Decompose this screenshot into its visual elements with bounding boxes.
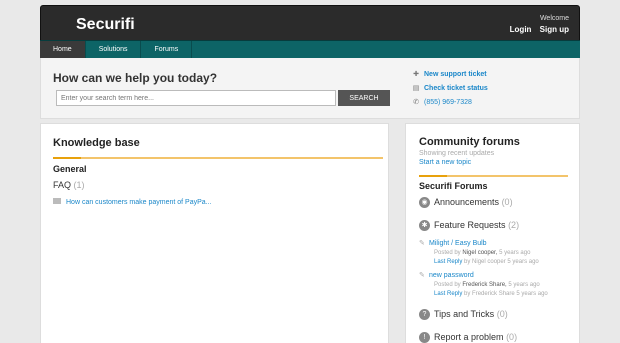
- search-input[interactable]: [56, 90, 336, 106]
- signup-link[interactable]: Sign up: [540, 25, 569, 34]
- forum-name: Announcements: [434, 197, 500, 207]
- topic-item[interactable]: ✎ new password: [419, 271, 474, 279]
- forum-count: (0): [506, 332, 518, 342]
- topic-last-reply-meta: Last Reply by Nigel cooper 5 years ago: [434, 259, 539, 265]
- knowledge-base-panel: Knowledge base General FAQ (1) How can c…: [40, 123, 389, 343]
- new-ticket-label: New support ticket: [424, 71, 487, 78]
- help-search-bar: How can we help you today? SEARCH ✚ New s…: [40, 58, 580, 119]
- last-reply-when: 5 years ago: [507, 259, 539, 265]
- login-link[interactable]: Login: [510, 25, 532, 34]
- posted-when: 5 years ago: [499, 250, 531, 256]
- posted-label: Posted by: [434, 282, 461, 288]
- article-title: How can customers make payment of PayPa.…: [66, 199, 212, 206]
- phone-icon: ✆: [413, 99, 419, 106]
- posted-label: Posted by: [434, 250, 461, 256]
- forum-count: (2): [508, 220, 520, 230]
- forum-feature-requests[interactable]: ✱ Feature Requests (2): [419, 220, 520, 232]
- lightbulb-icon: ✱: [419, 220, 430, 232]
- forum-name: Report a problem: [434, 332, 504, 342]
- forum-count: (0): [501, 197, 513, 207]
- forum-tips-and-tricks[interactable]: ? Tips and Tricks (0): [419, 309, 508, 321]
- forum-group-title[interactable]: Securifi Forums: [419, 181, 488, 191]
- topic-title: new password: [429, 272, 474, 279]
- topic-icon: ✎: [419, 240, 425, 247]
- kb-category-general[interactable]: General: [53, 164, 87, 174]
- article-icon: [53, 198, 61, 204]
- support-links: ✚ New support ticket ▤ Check ticket status…: [411, 68, 488, 110]
- brand-logo[interactable]: Securifi: [76, 16, 135, 34]
- cf-title: Community forums: [419, 136, 520, 148]
- topic-item[interactable]: ✎ Milight / Easy Bulb: [419, 239, 487, 247]
- tips-icon: ?: [419, 309, 430, 321]
- topic-last-reply-meta: Last Reply by Frederick Share 5 years ag…: [434, 291, 548, 297]
- forum-count: (0): [496, 309, 508, 319]
- last-reply-link[interactable]: Last Reply: [434, 291, 462, 297]
- posted-by[interactable]: Frederick Share,: [462, 282, 506, 288]
- phone-number: (855) 969-7328: [424, 99, 472, 106]
- last-reply-by: Nigel cooper: [472, 259, 506, 265]
- community-forums-panel: Community forums Showing recent updates …: [405, 123, 580, 343]
- forum-name: Feature Requests: [434, 220, 506, 230]
- welcome-text: Welcome: [539, 15, 569, 22]
- help-question: How can we help you today?: [53, 71, 218, 85]
- posted-by[interactable]: Nigel cooper,: [462, 250, 497, 256]
- main-nav: Home Solutions Forums: [40, 40, 580, 59]
- tab-home[interactable]: Home: [40, 41, 86, 59]
- by-text: by: [464, 291, 471, 297]
- folder-name: FAQ: [53, 180, 72, 190]
- last-reply-by: Frederick Share: [472, 291, 515, 297]
- topic-title: Milight / Easy Bulb: [429, 240, 487, 247]
- kb-title: Knowledge base: [53, 137, 140, 149]
- phone-link[interactable]: ✆ (855) 969-7328: [411, 96, 488, 110]
- posted-when: 5 years ago: [508, 282, 540, 288]
- topic-posted-meta: Posted by Frederick Share, 5 years ago: [434, 282, 540, 288]
- kb-folder-faq[interactable]: FAQ (1): [53, 180, 85, 190]
- forum-report-a-problem[interactable]: ! Report a problem (0): [419, 332, 517, 343]
- kb-divider: [53, 157, 383, 159]
- tab-solutions[interactable]: Solutions: [86, 41, 142, 59]
- announcement-icon: ◉: [419, 197, 430, 209]
- new-ticket-link[interactable]: ✚ New support ticket: [411, 68, 488, 82]
- last-reply-link[interactable]: Last Reply: [434, 259, 462, 265]
- topic-icon: ✎: [419, 272, 425, 279]
- cf-divider: [419, 175, 568, 177]
- forum-announcements[interactable]: ◉ Announcements (0): [419, 197, 513, 209]
- start-topic-link[interactable]: Start a new topic: [419, 159, 471, 166]
- last-reply-when: 5 years ago: [516, 291, 548, 297]
- topic-posted-meta: Posted by Nigel cooper, 5 years ago: [434, 250, 530, 256]
- ticket-icon: ▤: [412, 85, 420, 92]
- kb-article-link[interactable]: How can customers make payment of PayPa.…: [53, 198, 212, 206]
- check-ticket-label: Check ticket status: [424, 85, 488, 92]
- cf-subtitle: Showing recent updates: [419, 150, 495, 157]
- tab-forums[interactable]: Forums: [141, 41, 193, 59]
- folder-count: (1): [73, 180, 85, 190]
- user-links: Login Sign up: [504, 25, 569, 34]
- forum-name: Tips and Tricks: [434, 309, 495, 319]
- plus-icon: ✚: [413, 71, 419, 78]
- search-button[interactable]: SEARCH: [338, 90, 390, 106]
- check-ticket-link[interactable]: ▤ Check ticket status: [411, 82, 488, 96]
- by-text: by: [464, 259, 471, 265]
- report-icon: !: [419, 332, 430, 343]
